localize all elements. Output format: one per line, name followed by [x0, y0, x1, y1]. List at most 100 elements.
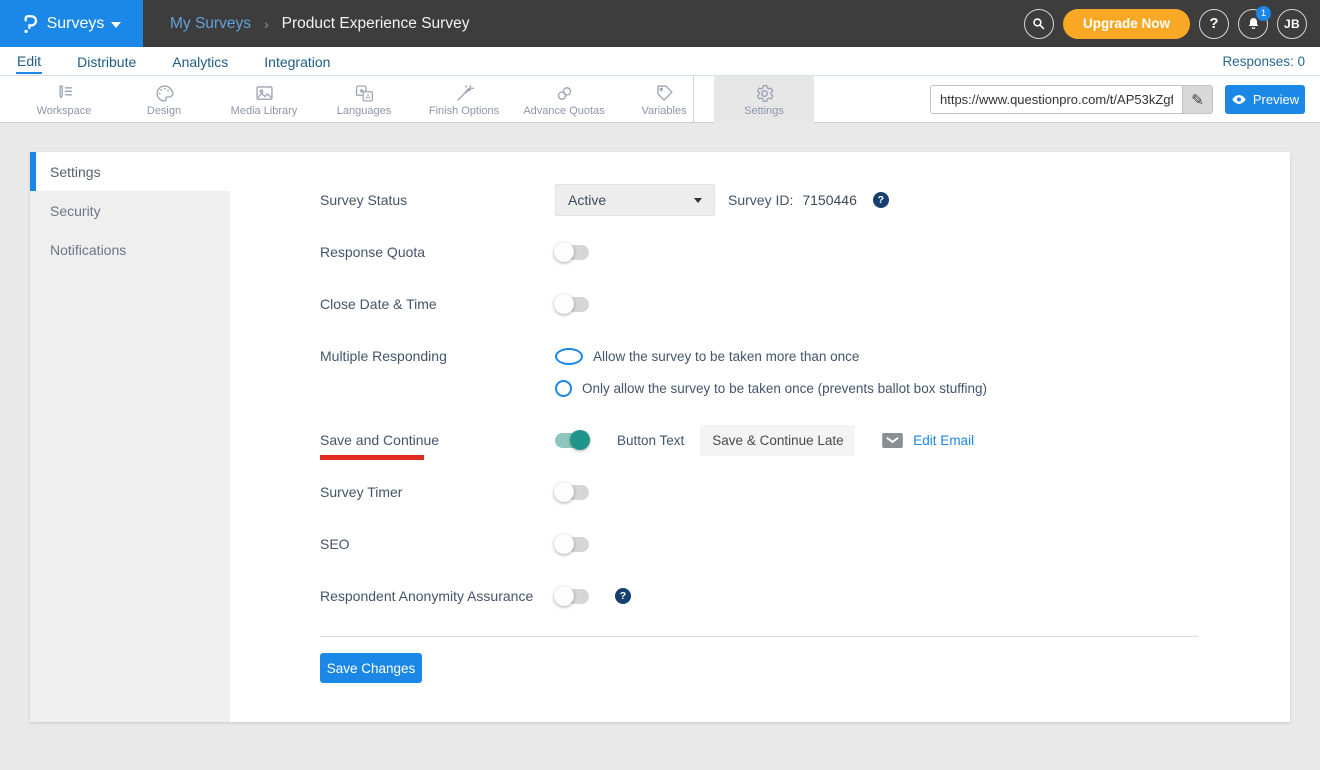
sidebar-item-settings[interactable]: Settings	[30, 152, 230, 191]
survey-url-input[interactable]	[931, 86, 1182, 113]
toggle-knob	[554, 534, 574, 554]
toggle-knob	[554, 294, 574, 314]
radio-option-label: Only allow the survey to be taken once (…	[582, 381, 987, 396]
notification-badge: 1	[1256, 6, 1271, 21]
radio-option-once[interactable]: Only allow the survey to be taken once (…	[555, 372, 987, 404]
anonymity-help-icon[interactable]: ?	[615, 588, 631, 604]
tab-analytics[interactable]: Analytics	[171, 50, 229, 73]
finish-options-icon	[454, 83, 475, 104]
pencil-icon: ✎	[1191, 91, 1204, 109]
toggle-knob	[570, 430, 590, 450]
advance-quotas-icon	[554, 83, 575, 104]
variables-icon	[654, 83, 675, 104]
survey-timer-label: Survey Timer	[320, 484, 555, 500]
toolbar-item-label: Design	[147, 105, 181, 117]
button-text-label: Button Text	[617, 433, 684, 448]
toolbar-item-workspace[interactable]: Workspace	[14, 76, 114, 123]
response-quota-toggle[interactable]	[555, 245, 589, 260]
respondent-anonymity-label: Respondent Anonymity Assurance	[320, 588, 555, 604]
workspace-icon	[54, 83, 75, 104]
preview-label: Preview	[1253, 92, 1299, 107]
envelope-icon	[882, 433, 903, 448]
survey-id-label: Survey ID:	[728, 192, 793, 208]
tab-edit[interactable]: Edit	[16, 49, 42, 74]
toolbar-item-languages[interactable]: ★A Languages	[314, 76, 414, 123]
languages-icon: ★A	[354, 83, 375, 104]
survey-url-box: ✎	[930, 85, 1213, 114]
multiple-responding-row: Multiple Responding Allow the survey to …	[320, 340, 1260, 404]
svg-text:A: A	[365, 93, 370, 100]
toolbar-item-media-library[interactable]: Media Library	[214, 76, 314, 123]
upgrade-now-button[interactable]: Upgrade Now	[1063, 9, 1190, 39]
save-changes-button[interactable]: Save Changes	[320, 653, 422, 683]
edit-url-button[interactable]: ✎	[1182, 86, 1212, 113]
breadcrumb-my-surveys[interactable]: My Surveys	[170, 15, 251, 33]
toolbar-item-design[interactable]: Design	[114, 76, 214, 123]
preview-button[interactable]: Preview	[1225, 85, 1305, 114]
toolbar-divider	[693, 76, 694, 123]
radio-selected-icon	[555, 348, 583, 365]
notifications-button[interactable]: 1	[1238, 9, 1268, 39]
toolbar-item-variables[interactable]: Variables	[614, 76, 714, 123]
survey-status-row: Survey Status Active Survey ID: 7150446 …	[320, 184, 1260, 216]
sidebar-item-security[interactable]: Security	[30, 191, 230, 230]
survey-id-help-icon[interactable]: ?	[873, 192, 889, 208]
radio-unselected-icon	[555, 380, 572, 397]
toolbar-item-finish-options[interactable]: Finish Options	[414, 76, 514, 123]
toolbar-item-label: Advance Quotas	[523, 105, 604, 117]
chevron-down-icon	[111, 22, 121, 28]
multiple-responding-label: Multiple Responding	[320, 340, 555, 364]
survey-status-label: Survey Status	[320, 192, 555, 208]
survey-nav: Edit Distribute Analytics Integration Re…	[0, 47, 1320, 76]
toggle-knob	[554, 482, 574, 502]
sidebar-item-notifications[interactable]: Notifications	[30, 230, 230, 269]
seo-row: SEO	[320, 528, 1260, 560]
edit-toolbar: Workspace Design Media Library ★A Langua…	[0, 76, 1320, 123]
toolbar-item-settings[interactable]: Settings	[714, 76, 814, 123]
save-and-continue-toggle[interactable]	[555, 433, 589, 448]
toolbar-items: Workspace Design Media Library ★A Langua…	[14, 76, 814, 123]
survey-status-select[interactable]: Active	[555, 184, 715, 216]
edit-email-link[interactable]: Edit Email	[913, 433, 974, 448]
settings-gear-icon	[754, 83, 775, 104]
save-and-continue-label: Save and Continue	[320, 432, 555, 448]
eye-icon	[1231, 94, 1247, 105]
toolbar-item-label: Variables	[641, 105, 686, 117]
save-and-continue-row: Save and Continue Button Text Edit Email	[320, 424, 1260, 456]
design-palette-icon	[154, 83, 175, 104]
survey-timer-toggle[interactable]	[555, 485, 589, 500]
response-quota-label: Response Quota	[320, 244, 555, 260]
button-text-input[interactable]	[700, 425, 855, 456]
seo-label: SEO	[320, 536, 555, 552]
toolbar-item-label: Workspace	[37, 105, 92, 117]
respondent-anonymity-toggle[interactable]	[555, 589, 589, 604]
survey-status-value: Active	[568, 192, 606, 208]
breadcrumb: My Surveys › Product Experience Survey	[170, 15, 469, 33]
survey-timer-row: Survey Timer	[320, 476, 1260, 508]
seo-toggle[interactable]	[555, 537, 589, 552]
avatar-initials: JB	[1284, 17, 1300, 31]
question-mark-icon: ?	[1209, 15, 1218, 32]
toolbar-item-advance-quotas[interactable]: Advance Quotas	[514, 76, 614, 123]
responses-count: Responses: 0	[1222, 54, 1305, 69]
settings-panel: Settings Security Notifications Survey S…	[30, 152, 1290, 722]
close-date-toggle[interactable]	[555, 297, 589, 312]
help-button[interactable]: ?	[1199, 9, 1229, 39]
radio-option-multiple[interactable]: Allow the survey to be taken more than o…	[555, 340, 987, 372]
search-button[interactable]	[1024, 9, 1054, 39]
tab-integration[interactable]: Integration	[263, 50, 331, 73]
toolbar-item-label: Media Library	[231, 105, 298, 117]
product-label: Surveys	[47, 15, 105, 33]
toggle-knob	[554, 242, 574, 262]
breadcrumb-separator: ›	[264, 16, 269, 32]
tab-distribute[interactable]: Distribute	[76, 50, 137, 73]
toolbar-item-label: Languages	[337, 105, 391, 117]
form-divider	[320, 636, 1198, 637]
toolbar-item-label: Finish Options	[429, 105, 499, 117]
toggle-knob	[554, 586, 574, 606]
red-underline-annotation: Save and Continue	[320, 432, 439, 448]
product-switcher[interactable]: Surveys	[0, 0, 143, 47]
survey-id-value: 7150446	[802, 192, 857, 208]
multiple-responding-options: Allow the survey to be taken more than o…	[555, 340, 987, 404]
avatar[interactable]: JB	[1277, 9, 1307, 39]
